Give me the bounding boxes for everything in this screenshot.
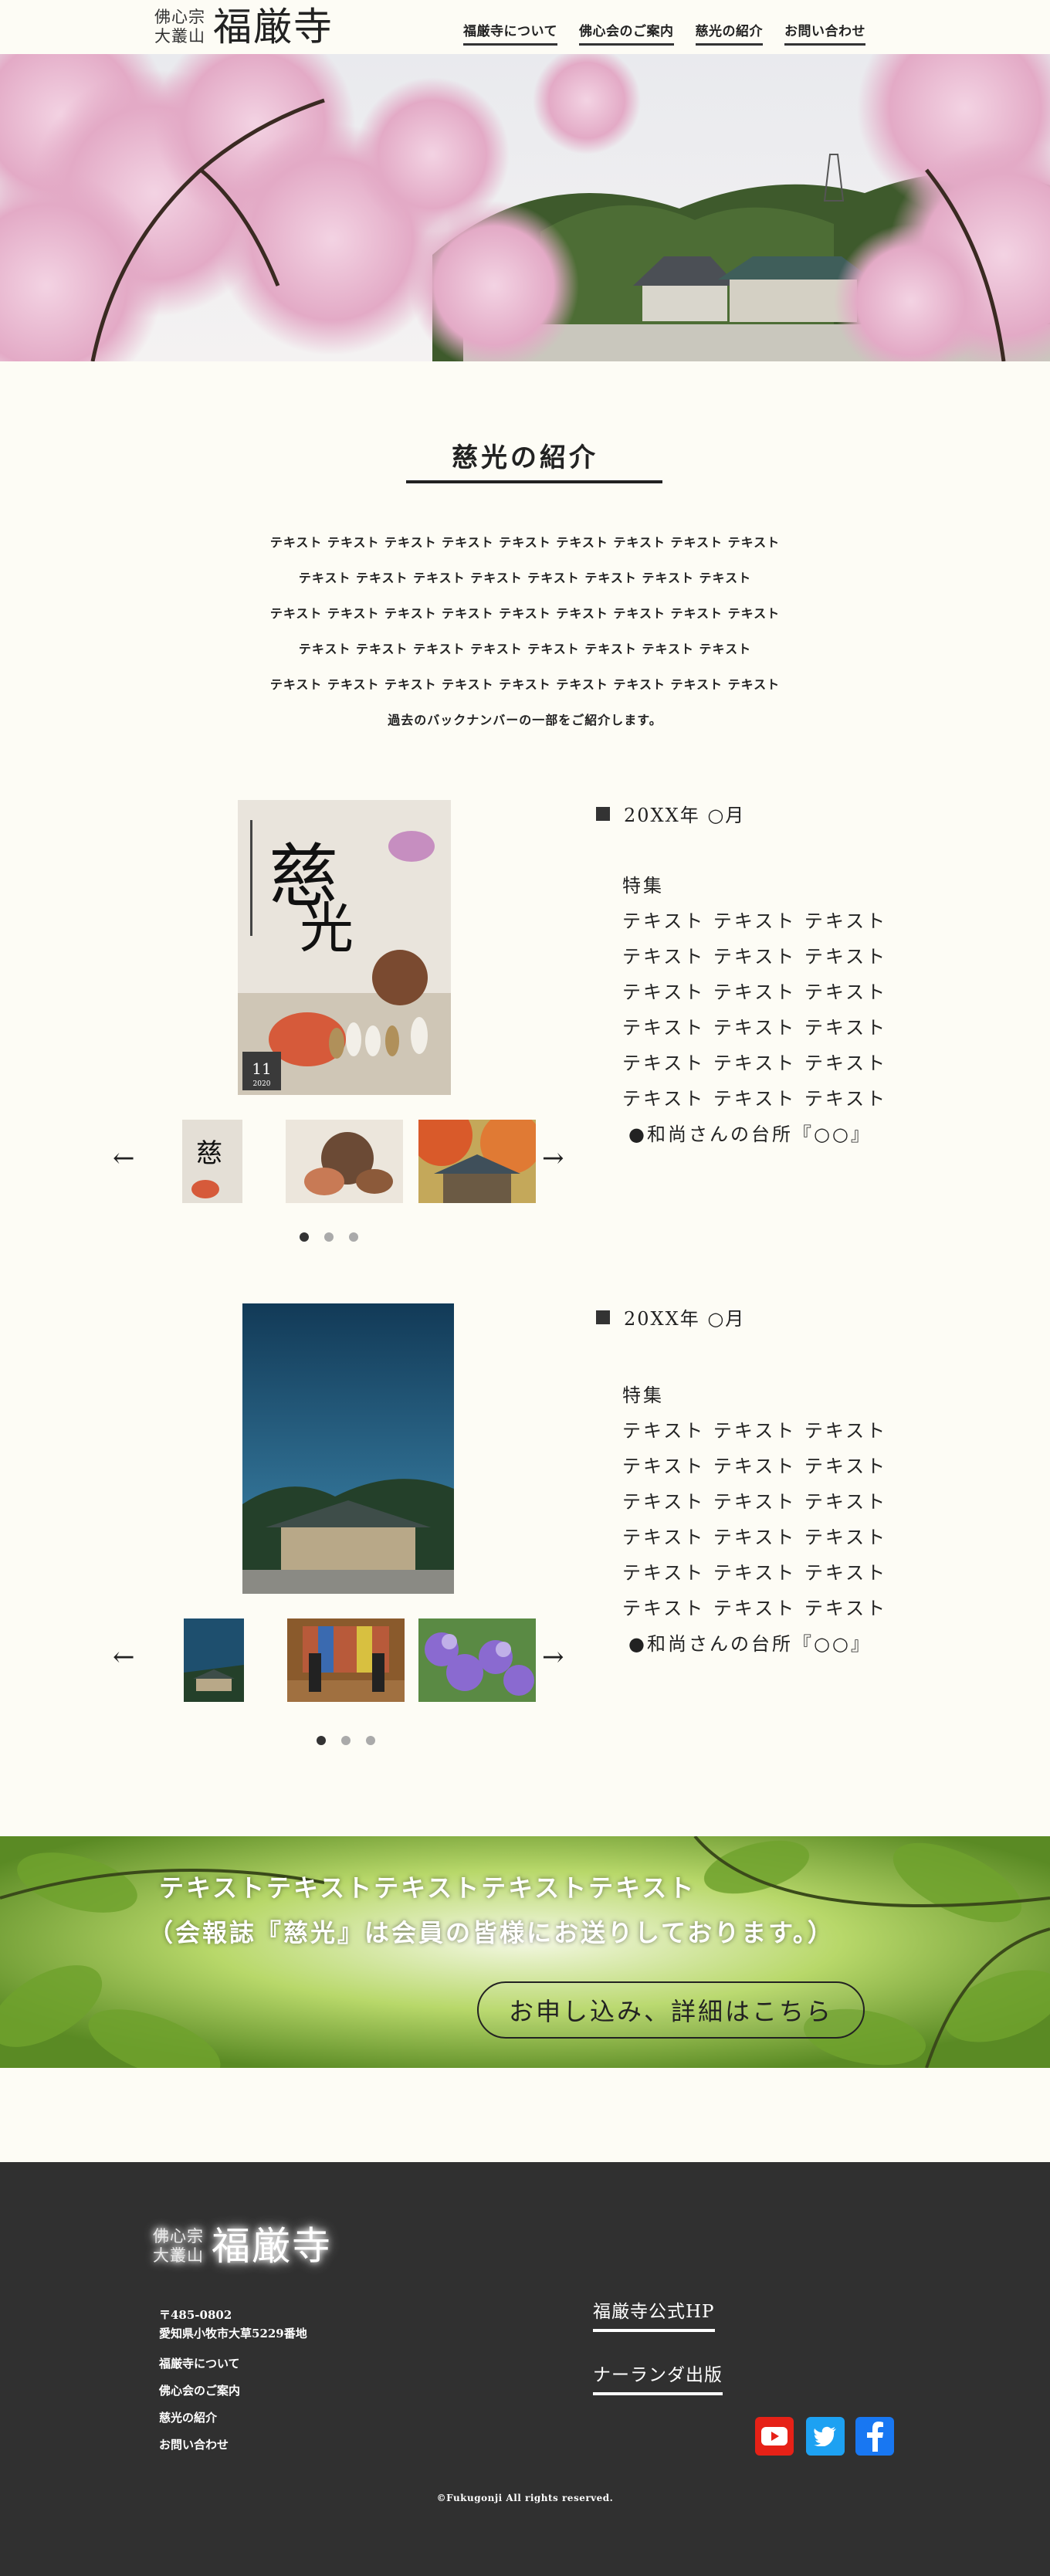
feature-line: テキスト テキスト テキスト [622, 1491, 888, 1513]
carousel-dot[interactable] [317, 1736, 326, 1745]
thumbnail[interactable] [418, 1618, 536, 1702]
banner-line: テキストテキストテキストテキストテキスト [159, 1873, 696, 1903]
street-address: 愛知県小牧市大草5229番地 [159, 2327, 307, 2340]
carousel-dot[interactable] [341, 1736, 351, 1745]
site-header: 佛心宗 大叢山 福厳寺 福厳寺について 佛心会のご案内 慈光の紹介 お問い合わせ [0, 0, 1050, 54]
issue-date-text: 20XX年 ○月 [624, 805, 746, 826]
intro-line: テキスト テキスト テキスト テキスト テキスト テキスト テキスト テキスト … [269, 606, 781, 621]
issue-date: 20XX年 ○月 [596, 800, 745, 827]
logo-temple-name: 福厳寺 [212, 2224, 332, 2269]
carousel-dot[interactable] [349, 1232, 358, 1242]
logo-mountain: 大叢山 [154, 27, 205, 46]
feature-line: テキスト テキスト テキスト [622, 946, 888, 968]
feature-line: テキスト テキスト テキスト [622, 1598, 888, 1619]
nav-jiko[interactable]: 慈光の紹介 [695, 20, 763, 46]
footer-link-contact[interactable]: お問い合わせ [159, 2436, 240, 2452]
feature-line: テキスト テキスト テキスト [622, 1017, 888, 1039]
intro-line: テキスト テキスト テキスト テキスト テキスト テキスト テキスト テキスト [298, 642, 752, 656]
thumbnail[interactable] [287, 1618, 405, 1702]
publisher-link[interactable]: ナーランダ出版 [593, 2360, 723, 2395]
copyright: ©Fukugonji All rights reserved. [436, 2493, 614, 2503]
intro-line: テキスト テキスト テキスト テキスト テキスト テキスト テキスト テキスト [298, 571, 752, 585]
issue-2: ← → 20XX年 ○月 特集 テキスト テキスト テキスト テキスト テキスト… [0, 1303, 1050, 1767]
section-title: 慈光の紹介 [452, 442, 598, 473]
feature-kitchen: ●和尚さんの台所『○○』 [628, 1633, 872, 1655]
apply-details-button[interactable]: お申し込み、詳細はこちら [477, 1981, 865, 2039]
hero-image [0, 54, 1050, 361]
cover-image[interactable] [242, 1303, 454, 1594]
footer-link-association[interactable]: 佛心会のご案内 [159, 2382, 240, 2398]
thumbnail[interactable] [418, 1120, 536, 1203]
logo-mountain: 大叢山 [153, 2246, 204, 2265]
title-underline [406, 480, 662, 483]
cover-issue-number: 11 [252, 1059, 271, 1078]
official-hp-link[interactable]: 福厳寺公式HP [593, 2296, 715, 2332]
feature-label: 特集 [622, 1385, 664, 1406]
prev-arrow[interactable]: ← [113, 1642, 135, 1673]
carousel-dots [317, 1736, 375, 1745]
nav-contact[interactable]: お問い合わせ [784, 20, 865, 46]
feature-line: テキスト テキスト テキスト [622, 1052, 888, 1074]
logo-sect: 佛心宗 [153, 2227, 204, 2246]
carousel-dot[interactable] [324, 1232, 334, 1242]
feature-line: テキスト テキスト テキスト [622, 1088, 888, 1110]
feature-line: テキスト テキスト テキスト [622, 1562, 888, 1584]
site-logo[interactable]: 佛心宗 大叢山 福厳寺 [154, 5, 334, 49]
square-bullet-icon [596, 1310, 610, 1324]
logo-sect: 佛心宗 [154, 8, 205, 26]
footer-nav: 福厳寺について 佛心会のご案内 慈光の紹介 お問い合わせ [159, 2355, 240, 2452]
thumbnail[interactable]: 慈 [182, 1120, 242, 1203]
youtube-icon[interactable] [755, 2417, 794, 2456]
next-arrow[interactable]: → [542, 1143, 564, 1174]
feature-kitchen: ●和尚さんの台所『○○』 [628, 1124, 872, 1145]
cover-year: 2020 [253, 1080, 271, 1088]
nav-association[interactable]: 佛心会のご案内 [579, 20, 674, 46]
thumbnail[interactable] [184, 1618, 244, 1702]
square-bullet-icon [596, 806, 610, 821]
nav-about[interactable]: 福厳寺について [463, 20, 557, 46]
feature-line: テキスト テキスト テキスト [622, 981, 888, 1003]
carousel-dots [300, 1232, 358, 1242]
feature-line: テキスト テキスト テキスト [622, 1456, 888, 1477]
next-arrow[interactable]: → [542, 1642, 564, 1673]
footer-link-jiko[interactable]: 慈光の紹介 [159, 2409, 240, 2425]
twitter-icon[interactable] [806, 2417, 845, 2456]
feature-list: 特集 テキスト テキスト テキスト テキスト テキスト テキスト テキスト テキ… [622, 868, 887, 1152]
facebook-icon[interactable] [855, 2417, 894, 2456]
subscribe-banner: テキストテキストテキストテキストテキスト （会報誌『慈光』は会員の皆様にお送りし… [0, 1836, 1050, 2068]
prev-arrow[interactable]: ← [113, 1143, 135, 1174]
svg-text:光: 光 [300, 897, 354, 960]
issue-1: 慈 光 11 2020 ← 慈 → 20XX年 ○月 特集 テキスト テキスト … [0, 800, 1050, 1248]
postal-code: 〒485-0802 [159, 2308, 232, 2322]
cover-image[interactable]: 慈 光 11 2020 [238, 800, 451, 1095]
intro-line: テキスト テキスト テキスト テキスト テキスト テキスト テキスト テキスト … [269, 677, 781, 692]
feature-label: 特集 [622, 875, 664, 897]
carousel-dot[interactable] [300, 1232, 309, 1242]
footer-logo[interactable]: 佛心宗 大叢山 福厳寺 [153, 2224, 332, 2269]
banner-message: テキストテキストテキストテキストテキスト （会報誌『慈光』は会員の皆様にお送りし… [148, 1866, 835, 1955]
footer-address: 〒485-0802 愛知県小牧市大草5229番地 [159, 2306, 307, 2343]
banner-line: （会報誌『慈光』は会員の皆様にお送りしております。） [148, 1918, 835, 1947]
feature-line: テキスト テキスト テキスト [622, 1420, 888, 1442]
issue-date-text: 20XX年 ○月 [624, 1308, 746, 1330]
site-footer: 佛心宗 大叢山 福厳寺 〒485-0802 愛知県小牧市大草5229番地 福厳寺… [0, 2162, 1050, 2576]
thumbnail[interactable] [286, 1120, 403, 1203]
intro-line: テキスト テキスト テキスト テキスト テキスト テキスト テキスト テキスト … [269, 535, 781, 550]
main-nav: 福厳寺について 佛心会のご案内 慈光の紹介 お問い合わせ [463, 20, 865, 46]
intro-text: テキスト テキスト テキスト テキスト テキスト テキスト テキスト テキスト … [0, 525, 1050, 738]
logo-temple-name: 福厳寺 [213, 5, 334, 49]
intro-line: 過去のバックナンバーの一部をご紹介します。 [388, 713, 662, 727]
footer-link-about[interactable]: 福厳寺について [159, 2355, 240, 2371]
issue-date: 20XX年 ○月 [596, 1303, 745, 1330]
carousel-dot[interactable] [366, 1736, 375, 1745]
svg-text:慈: 慈 [196, 1138, 222, 1169]
feature-line: テキスト テキスト テキスト [622, 1527, 888, 1548]
feature-list: 特集 テキスト テキスト テキスト テキスト テキスト テキスト テキスト テキ… [622, 1378, 887, 1662]
feature-line: テキスト テキスト テキスト [622, 910, 888, 932]
